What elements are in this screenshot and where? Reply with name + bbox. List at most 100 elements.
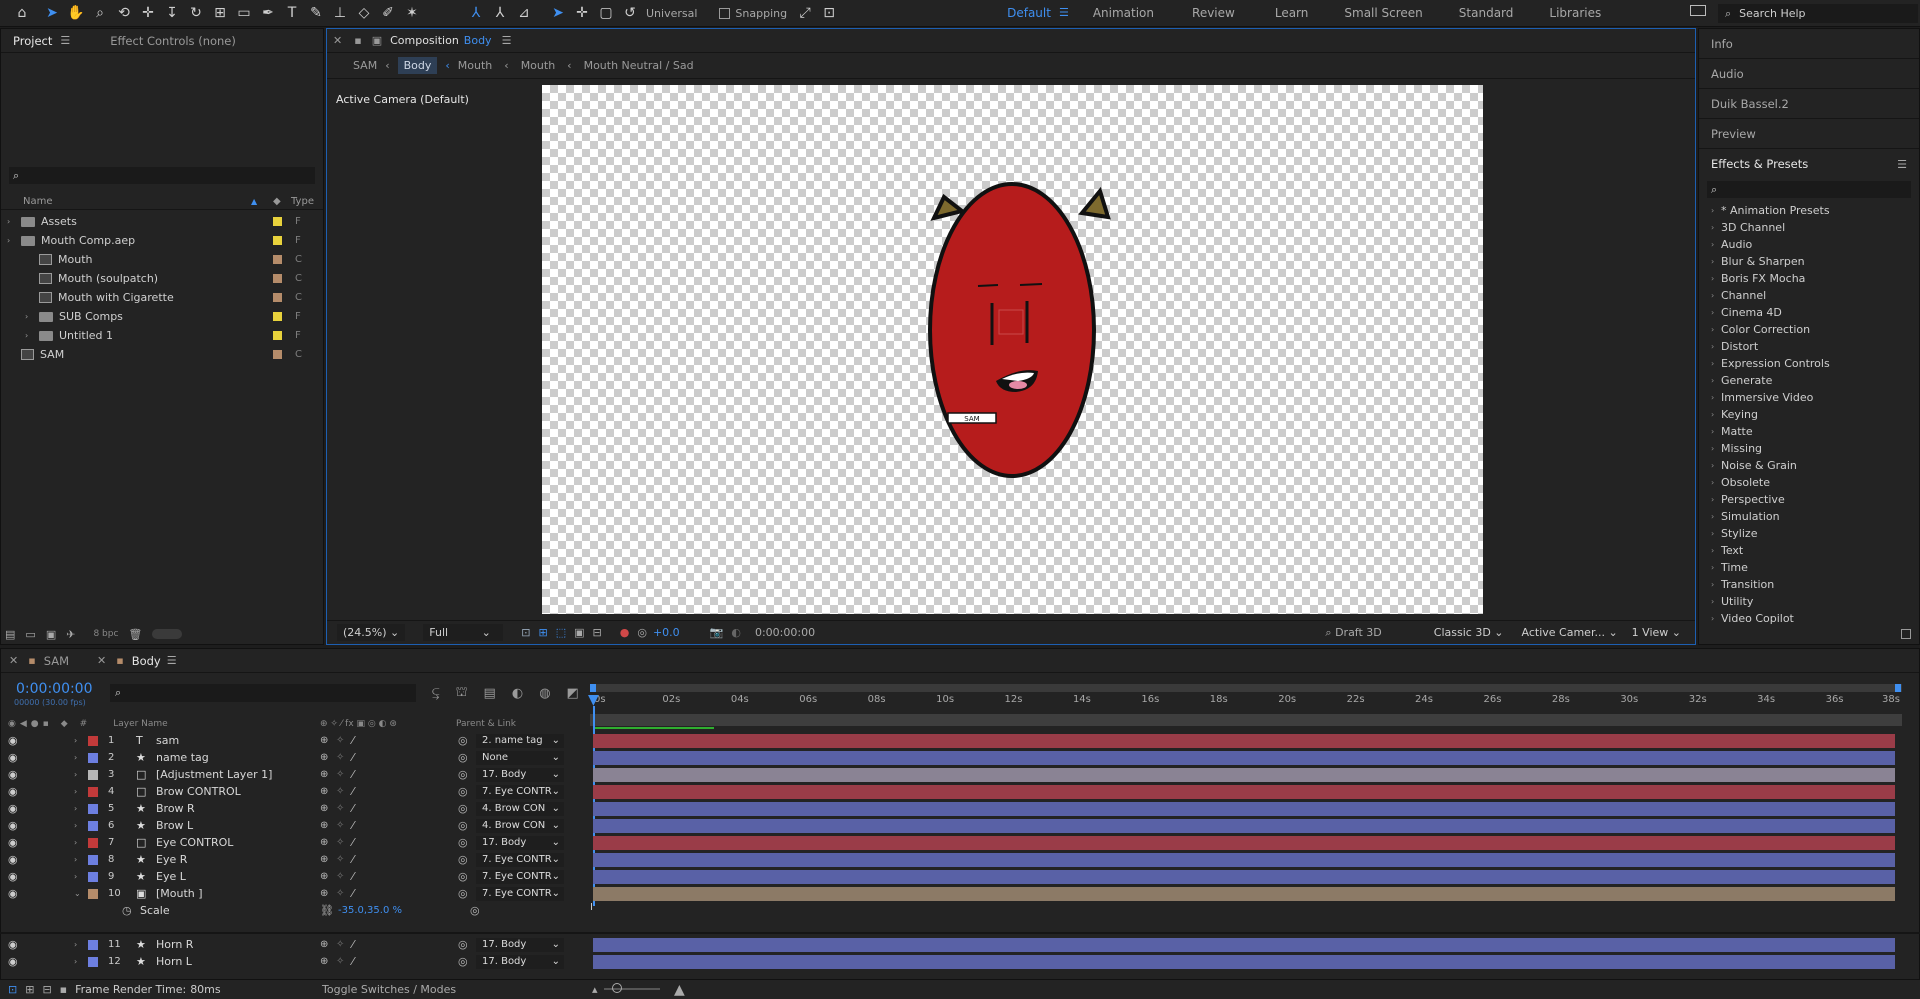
effects-category[interactable]: › Noise & Grain: [1699, 457, 1919, 474]
search-help-field[interactable]: ⌕ Search Help: [1718, 4, 1918, 23]
effects-category[interactable]: › Perspective: [1699, 491, 1919, 508]
expand-arrow-icon[interactable]: ›: [74, 957, 77, 966]
col-parent[interactable]: Parent & Link: [456, 719, 516, 729]
project-item[interactable]: › Mouth Comp.aep F: [1, 231, 323, 250]
pan-behind-tool-icon[interactable]: ⊞: [208, 2, 232, 24]
layer-duration-bar[interactable]: [593, 802, 1895, 816]
layer-name[interactable]: Brow CONTROL: [156, 785, 241, 798]
label-swatch[interactable]: [88, 855, 98, 865]
comp-name[interactable]: Body: [464, 34, 492, 47]
pickwhip-icon[interactable]: ◎: [458, 870, 468, 883]
layer-duration-bar[interactable]: [593, 734, 1895, 748]
effects-category[interactable]: › Immersive Video: [1699, 389, 1919, 406]
pickwhip-icon[interactable]: ◎: [458, 785, 468, 798]
panel-preview[interactable]: Preview: [1699, 119, 1919, 149]
guides-icon[interactable]: ▣: [574, 626, 584, 639]
layer-row[interactable]: ◉ › 6 ★ Brow L ⊕ ✧ ⁄ ◎ 4. Brow CON ⌄: [0, 817, 590, 834]
effects-category[interactable]: › Blur & Sharpen: [1699, 253, 1919, 270]
effects-category[interactable]: › 3D Channel: [1699, 219, 1919, 236]
effects-category[interactable]: › Generate: [1699, 372, 1919, 389]
workspace-animation[interactable]: Animation: [1077, 6, 1170, 20]
panel-duik[interactable]: Duik Bassel.2: [1699, 89, 1919, 119]
shy-switch-icon[interactable]: ⊕: [320, 854, 328, 865]
layer-name[interactable]: Eye R: [156, 853, 187, 866]
quality-switch-icon[interactable]: ⁄: [352, 768, 354, 781]
snapping-checkbox[interactable]: [719, 7, 731, 19]
layer-row[interactable]: ◉ › 11 ★ Horn R ⊕ ✧ ⁄ ◎ 17. Body ⌄: [0, 936, 590, 953]
pickwhip-icon[interactable]: ◎: [458, 955, 468, 968]
composition-mini-flowchart-icon[interactable]: ⥹: [432, 686, 440, 701]
expand-arrow-icon[interactable]: ›: [74, 872, 77, 881]
breadcrumb-mouth-2[interactable]: Mouth: [521, 59, 555, 72]
resolution-select[interactable]: Full ⌄: [423, 624, 504, 641]
label-swatch[interactable]: [88, 804, 98, 814]
dolly-tool-icon[interactable]: ↧: [160, 2, 184, 24]
eye-icon[interactable]: ◉: [8, 768, 18, 781]
workspace-standard[interactable]: Standard: [1441, 6, 1532, 20]
col-name[interactable]: Name: [23, 196, 53, 207]
effects-category[interactable]: › Matte: [1699, 423, 1919, 440]
effects-category[interactable]: › Distort: [1699, 338, 1919, 355]
workspace-learn[interactable]: Learn: [1257, 6, 1327, 20]
workspace-libraries[interactable]: Libraries: [1531, 6, 1619, 20]
effects-category[interactable]: › Transition: [1699, 576, 1919, 593]
layer-duration-bar[interactable]: [593, 819, 1895, 833]
breadcrumb-mouth-1[interactable]: Mouth: [458, 59, 492, 72]
graph-editor-icon[interactable]: ◩: [567, 686, 579, 701]
panel-menu-icon[interactable]: ☰: [1897, 158, 1907, 171]
expand-arrow-icon[interactable]: ›: [74, 855, 77, 864]
effects-category[interactable]: › Stylize: [1699, 525, 1919, 542]
project-item[interactable]: › Assets F: [1, 212, 323, 231]
layer-row[interactable]: ◉ › 5 ★ Brow R ⊕ ✧ ⁄ ◎ 4. Brow CON ⌄: [0, 800, 590, 817]
project-item[interactable]: SAM C: [1, 345, 323, 364]
project-item[interactable]: › SUB Comps F: [1, 307, 323, 326]
world-axis-icon[interactable]: ⅄: [488, 2, 512, 24]
pickwhip-icon[interactable]: ◎: [458, 853, 468, 866]
draft3d-timeline-icon[interactable]: ⛫: [456, 685, 468, 702]
panel-info[interactable]: Info: [1699, 29, 1919, 59]
parent-select[interactable]: 7. Eye CONTR ⌄: [476, 784, 564, 799]
expand-arrow-icon[interactable]: ›: [7, 217, 10, 226]
pickwhip-icon[interactable]: ◎: [458, 819, 468, 832]
universal-select-icon[interactable]: ➤: [546, 2, 570, 24]
effects-category[interactable]: › Simulation: [1699, 508, 1919, 525]
parent-select[interactable]: 7. Eye CONTR ⌄: [476, 886, 564, 901]
channel-icon[interactable]: ●: [620, 626, 630, 639]
effects-category[interactable]: › Channel: [1699, 287, 1919, 304]
quality-switch-icon[interactable]: ⁄: [352, 819, 354, 832]
layer-row[interactable]: ◉ › 9 ★ Eye L ⊕ ✧ ⁄ ◎ 7. Eye CONTR ⌄: [0, 868, 590, 885]
layer-row[interactable]: ◉ › 7 □ Eye CONTROL ⊕ ✧ ⁄ ◎ 17. Body ⌄: [0, 834, 590, 851]
collapse-switch-icon[interactable]: ✧: [336, 837, 344, 848]
layer-row[interactable]: ◉ › 2 ★ name tag ⊕ ✧ ⁄ ◎ None ⌄: [0, 749, 590, 766]
parent-select[interactable]: 17. Body ⌄: [476, 767, 564, 782]
clone-stamp-tool-icon[interactable]: ⊥: [328, 2, 352, 24]
eye-icon[interactable]: ◉: [8, 938, 18, 951]
shy-switch-icon[interactable]: ⊕: [320, 871, 328, 882]
pickwhip-icon[interactable]: ◎: [458, 836, 468, 849]
work-area-end-handle[interactable]: [1895, 684, 1901, 692]
shy-layers-icon[interactable]: ▤: [484, 686, 496, 701]
pickwhip-icon[interactable]: ◎: [458, 768, 468, 781]
expand-arrow-icon[interactable]: ›: [25, 312, 28, 321]
label-swatch[interactable]: [273, 217, 282, 226]
layer-duration-bar[interactable]: [593, 887, 1895, 901]
collapse-switch-icon[interactable]: ✧: [336, 939, 344, 950]
panel-toggle-icon[interactable]: [1690, 5, 1706, 19]
panel-audio[interactable]: Audio: [1699, 59, 1919, 89]
effects-category[interactable]: › Cinema 4D: [1699, 304, 1919, 321]
workspace-menu-icon[interactable]: ☰: [1059, 6, 1069, 20]
collapse-switch-icon[interactable]: ✧: [336, 854, 344, 865]
expand-arrow-icon[interactable]: ›: [74, 940, 77, 949]
parent-select[interactable]: 7. Eye CONTR ⌄: [476, 869, 564, 884]
eye-icon[interactable]: ◉: [8, 955, 18, 968]
project-item[interactable]: Mouth C: [1, 250, 323, 269]
label-swatch[interactable]: [273, 350, 282, 359]
expand-parent-icon[interactable]: ▪: [60, 983, 67, 996]
eye-icon[interactable]: ◉: [8, 734, 18, 747]
zoom-slider-handle[interactable]: [612, 983, 622, 993]
timeline-timecode[interactable]: 0:00:00:00: [16, 681, 93, 697]
label-swatch[interactable]: [88, 940, 98, 950]
effects-category[interactable]: › Keying: [1699, 406, 1919, 423]
layer-duration-bar[interactable]: [593, 938, 1895, 952]
expand-arrow-icon[interactable]: ›: [74, 787, 77, 796]
